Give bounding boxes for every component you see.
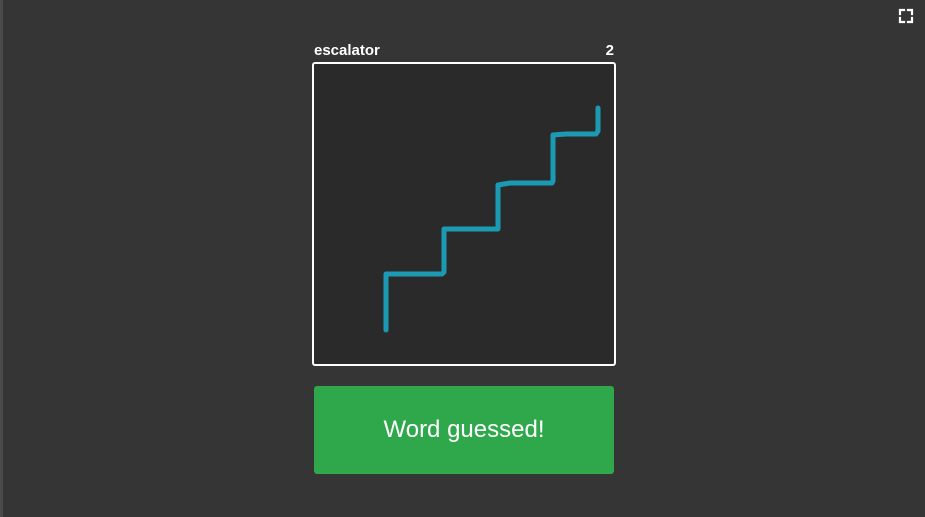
staircase-drawing (383, 105, 601, 333)
word-label: escalator (314, 41, 380, 59)
card-header: escalator 2 (314, 40, 614, 60)
word-guessed-button[interactable]: Word guessed! (314, 386, 614, 474)
drawing-canvas[interactable] (312, 62, 616, 366)
fullscreen-button[interactable] (897, 7, 915, 25)
word-guessed-label: Word guessed! (383, 416, 545, 443)
panel-edge (0, 0, 3, 517)
fullscreen-icon (898, 8, 914, 24)
count-badge: 2 (605, 41, 614, 59)
drawing-stroke (383, 105, 601, 333)
